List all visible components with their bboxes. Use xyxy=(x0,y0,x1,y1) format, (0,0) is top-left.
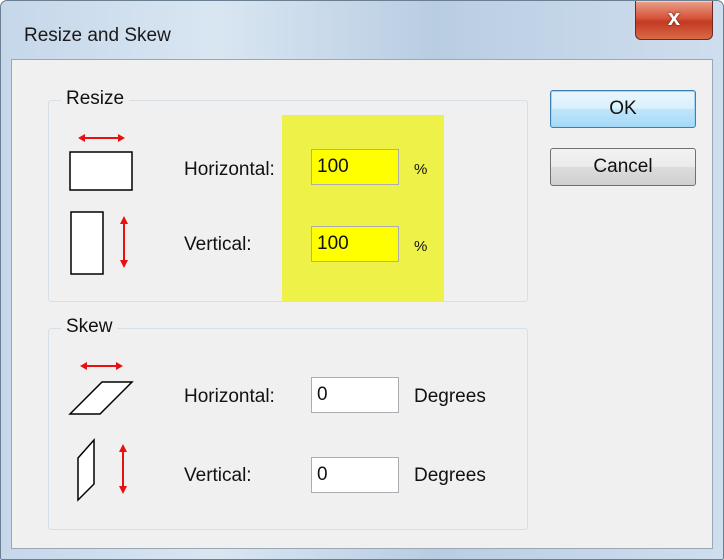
skew-horizontal-label: Horizontal: xyxy=(184,386,275,407)
title-bar[interactable]: Resize and Skew x xyxy=(1,1,723,59)
resize-vertical-icon xyxy=(70,211,128,275)
resize-horizontal-label: Horizontal: xyxy=(184,159,275,180)
dialog-client-area: Resize Skew Horizontal: 100 % Vertical: … xyxy=(11,59,713,549)
close-icon: x xyxy=(667,5,681,30)
resize-vertical-input[interactable]: 100 xyxy=(311,226,399,262)
skew-vertical-input[interactable]: 0 xyxy=(311,457,399,493)
skew-horizontal-input[interactable]: 0 xyxy=(311,377,399,413)
skew-group-label: Skew xyxy=(61,316,118,338)
yellow-highlight xyxy=(282,115,444,301)
dialog-window: Resize and Skew x Resize Skew Horizontal… xyxy=(0,0,724,560)
resize-vertical-label: Vertical: xyxy=(184,234,252,255)
ok-button[interactable]: OK xyxy=(550,90,696,128)
window-title: Resize and Skew xyxy=(24,25,171,46)
resize-horizontal-icon xyxy=(69,134,133,191)
skew-horizontal-unit: Degrees xyxy=(414,386,486,407)
skew-vertical-icon xyxy=(77,438,127,502)
skew-vertical-unit: Degrees xyxy=(414,465,486,486)
resize-horizontal-input[interactable]: 100 xyxy=(311,149,399,185)
close-button[interactable]: x xyxy=(635,1,713,40)
cancel-button[interactable]: Cancel xyxy=(550,148,696,186)
skew-vertical-label: Vertical: xyxy=(184,465,252,486)
resize-group-label: Resize xyxy=(61,88,130,110)
resize-horizontal-unit: % xyxy=(414,161,428,178)
resize-vertical-unit: % xyxy=(414,238,428,255)
skew-horizontal-icon xyxy=(68,362,134,415)
